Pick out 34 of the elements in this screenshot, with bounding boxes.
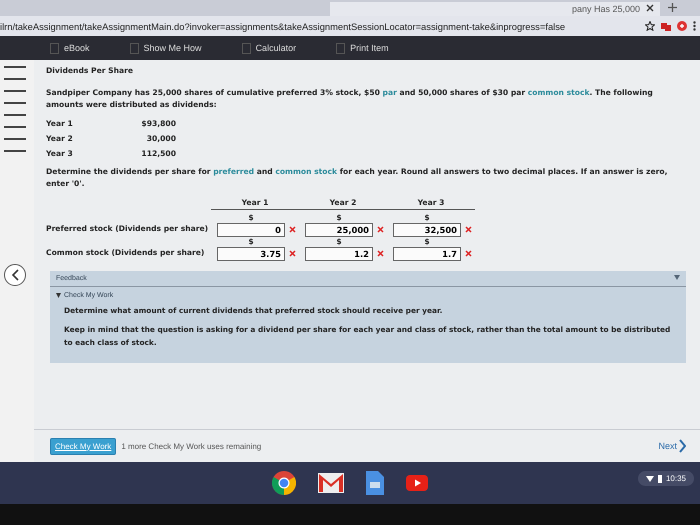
tab-title: pany Has 25,000 bbox=[570, 4, 640, 14]
answer-field[interactable]: 32,500 bbox=[393, 223, 461, 237]
back-button[interactable] bbox=[4, 264, 26, 286]
document-icon bbox=[336, 42, 346, 54]
remaining-uses-text: 1 more Check My Work uses remaining bbox=[121, 442, 262, 450]
toolbar-link[interactable]: eBook bbox=[50, 42, 90, 54]
browser-tab[interactable]: pany Has 25,000 bbox=[330, 2, 660, 16]
document-icon bbox=[242, 42, 251, 54]
chevron-left-icon bbox=[11, 269, 19, 281]
bookmark-star-icon[interactable] bbox=[645, 21, 655, 31]
answer-field[interactable]: 1.2 bbox=[305, 247, 373, 261]
browser-app-icon[interactable] bbox=[272, 471, 296, 495]
toolbar-link[interactable]: Print Item bbox=[336, 42, 389, 54]
extension-icon[interactable] bbox=[677, 21, 687, 31]
menu-icon[interactable] bbox=[693, 21, 696, 31]
chevron-right-icon bbox=[679, 439, 686, 453]
toolbar-link[interactable]: Calculator bbox=[242, 42, 296, 54]
answer-field[interactable]: 1.7 bbox=[393, 247, 461, 261]
video-app-icon[interactable] bbox=[406, 475, 428, 491]
dropdown-icon[interactable] bbox=[674, 275, 680, 280]
extension-icon[interactable] bbox=[661, 21, 671, 31]
document-app-icon[interactable] bbox=[366, 471, 384, 495]
caret-down-icon bbox=[56, 293, 61, 298]
document-icon bbox=[130, 42, 139, 54]
mail-app-icon[interactable] bbox=[318, 473, 344, 493]
battery-icon bbox=[658, 474, 662, 482]
next-link[interactable]: Next bbox=[658, 439, 686, 453]
document-icon bbox=[50, 42, 59, 54]
clock-time: 10:35 bbox=[666, 474, 686, 483]
answer-field[interactable]: 3.75 bbox=[217, 247, 285, 261]
answer-field[interactable]: 25,000 bbox=[305, 223, 373, 237]
wifi-icon bbox=[646, 476, 654, 482]
toolbar-link[interactable]: Show Me How bbox=[130, 42, 202, 54]
answer-field[interactable]: 0 bbox=[217, 223, 285, 237]
